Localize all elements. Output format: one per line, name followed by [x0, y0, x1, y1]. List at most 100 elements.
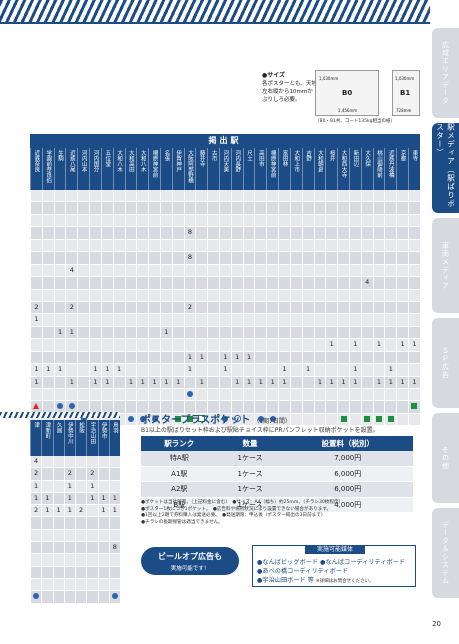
table-cell [108, 456, 120, 468]
table-cell [41, 480, 52, 492]
table-cell [30, 227, 42, 239]
table-cell [53, 264, 66, 277]
table-cell: 1 [278, 376, 290, 388]
table-cell [171, 214, 184, 227]
table-cell [242, 389, 255, 401]
side-tab[interactable]: ＳＰ広告 [432, 318, 459, 408]
table-cell [325, 252, 337, 264]
station-name: 生駒 [57, 150, 64, 161]
available-note: ※詳細はお問合せください。 [315, 579, 374, 584]
table-cell [230, 214, 243, 227]
table-cell [254, 264, 266, 277]
table-cell [384, 389, 396, 401]
table-cell [195, 289, 207, 301]
side-tab[interactable]: データ＆システム [432, 508, 459, 598]
table-cell [75, 468, 86, 480]
poster-plus-description: B1以上の駅ばりセット枠および駅貼チョイス枠にPRパンフレット収納ポケットを設置… [141, 427, 379, 434]
table-cell: 1 [242, 351, 255, 364]
table-cell [348, 190, 361, 202]
table-cell [301, 214, 314, 227]
table-cell [41, 468, 52, 480]
table-cell [254, 289, 266, 301]
table-cell [30, 529, 41, 542]
table-cell [53, 314, 66, 326]
table-cell [230, 264, 243, 277]
table-cell [30, 239, 42, 252]
station-name: 新田辺 [352, 150, 359, 167]
table-cell: 1 [65, 326, 77, 339]
table-cell [408, 190, 420, 202]
header-rule [0, 22, 430, 24]
table-cell [159, 289, 172, 301]
table-cell [86, 578, 97, 591]
side-tab[interactable]: 駅メディア（駅ばりポスター） [432, 123, 459, 213]
table-cell [124, 264, 137, 277]
table-cell [301, 289, 314, 301]
table-cell [266, 364, 278, 376]
table-cell [325, 264, 337, 277]
table-cell [301, 389, 314, 401]
station-name: 高田市 [257, 150, 264, 167]
station-column-header: 伊賀神戸 [171, 148, 184, 190]
table-cell [183, 214, 196, 227]
table-cell [313, 264, 326, 277]
table-cell [278, 351, 290, 364]
table-cell [171, 239, 184, 252]
table-cell [136, 214, 148, 227]
table-cell [124, 239, 137, 252]
table-cell [278, 289, 290, 301]
table-cell [360, 351, 373, 364]
table-cell [124, 227, 137, 239]
table-cell [124, 190, 137, 202]
station-column-header: 津新町 [41, 420, 52, 456]
media-mark-icon [340, 415, 347, 422]
table-cell [230, 190, 243, 202]
table-cell [348, 389, 361, 401]
table-cell [278, 264, 290, 277]
table-cell [372, 351, 385, 364]
table-cell [289, 413, 302, 426]
table-cell [372, 264, 385, 277]
table-cell [219, 314, 231, 326]
table-cell [171, 326, 184, 339]
side-tab[interactable]: 広域エリアデータ [432, 28, 459, 118]
table-cell [372, 389, 385, 401]
table-cell [360, 301, 373, 314]
table-row: 111 [30, 326, 420, 340]
table-cell [171, 202, 184, 214]
table-cell [100, 214, 113, 227]
table-cell [337, 401, 349, 413]
table-row: 111111111111 [30, 364, 420, 377]
table-cell [313, 277, 326, 289]
table-cell [301, 202, 314, 214]
table-cell [301, 326, 314, 339]
side-tab[interactable]: その他 [432, 413, 459, 503]
station-name: 大和八木 [116, 150, 123, 172]
station-table-body: 8844222111111111111111111111111111111111… [30, 190, 420, 427]
station-column-header: 桃山御陵前 [372, 148, 385, 190]
table-cell [89, 351, 101, 364]
station-name: 大和八木 [139, 150, 146, 172]
side-tab[interactable]: 車両メディア [432, 218, 459, 313]
table-cell [396, 227, 408, 239]
table-cell: 1 [100, 364, 113, 376]
table-cell [148, 389, 160, 401]
table-cell [278, 214, 290, 227]
table-cell [254, 190, 266, 202]
table-cell [30, 578, 41, 591]
station-name: 橿原神宮前 [269, 150, 276, 178]
b0-size-diagram: 1,030mm B0 1,456mm [315, 70, 379, 116]
table-cell: 2 [63, 468, 75, 480]
station-column-header: 富田林 [278, 148, 290, 190]
table-cell [348, 227, 361, 239]
table-cell [219, 202, 231, 214]
col-qty: 数量 [217, 436, 283, 451]
table-cell [337, 301, 349, 314]
table-cell [63, 554, 75, 566]
table-cell [337, 190, 349, 202]
table-cell [230, 314, 243, 326]
table-cell: 1 [325, 376, 337, 388]
table-cell [41, 376, 54, 388]
table-cell [396, 277, 408, 289]
table-cell [384, 301, 396, 314]
